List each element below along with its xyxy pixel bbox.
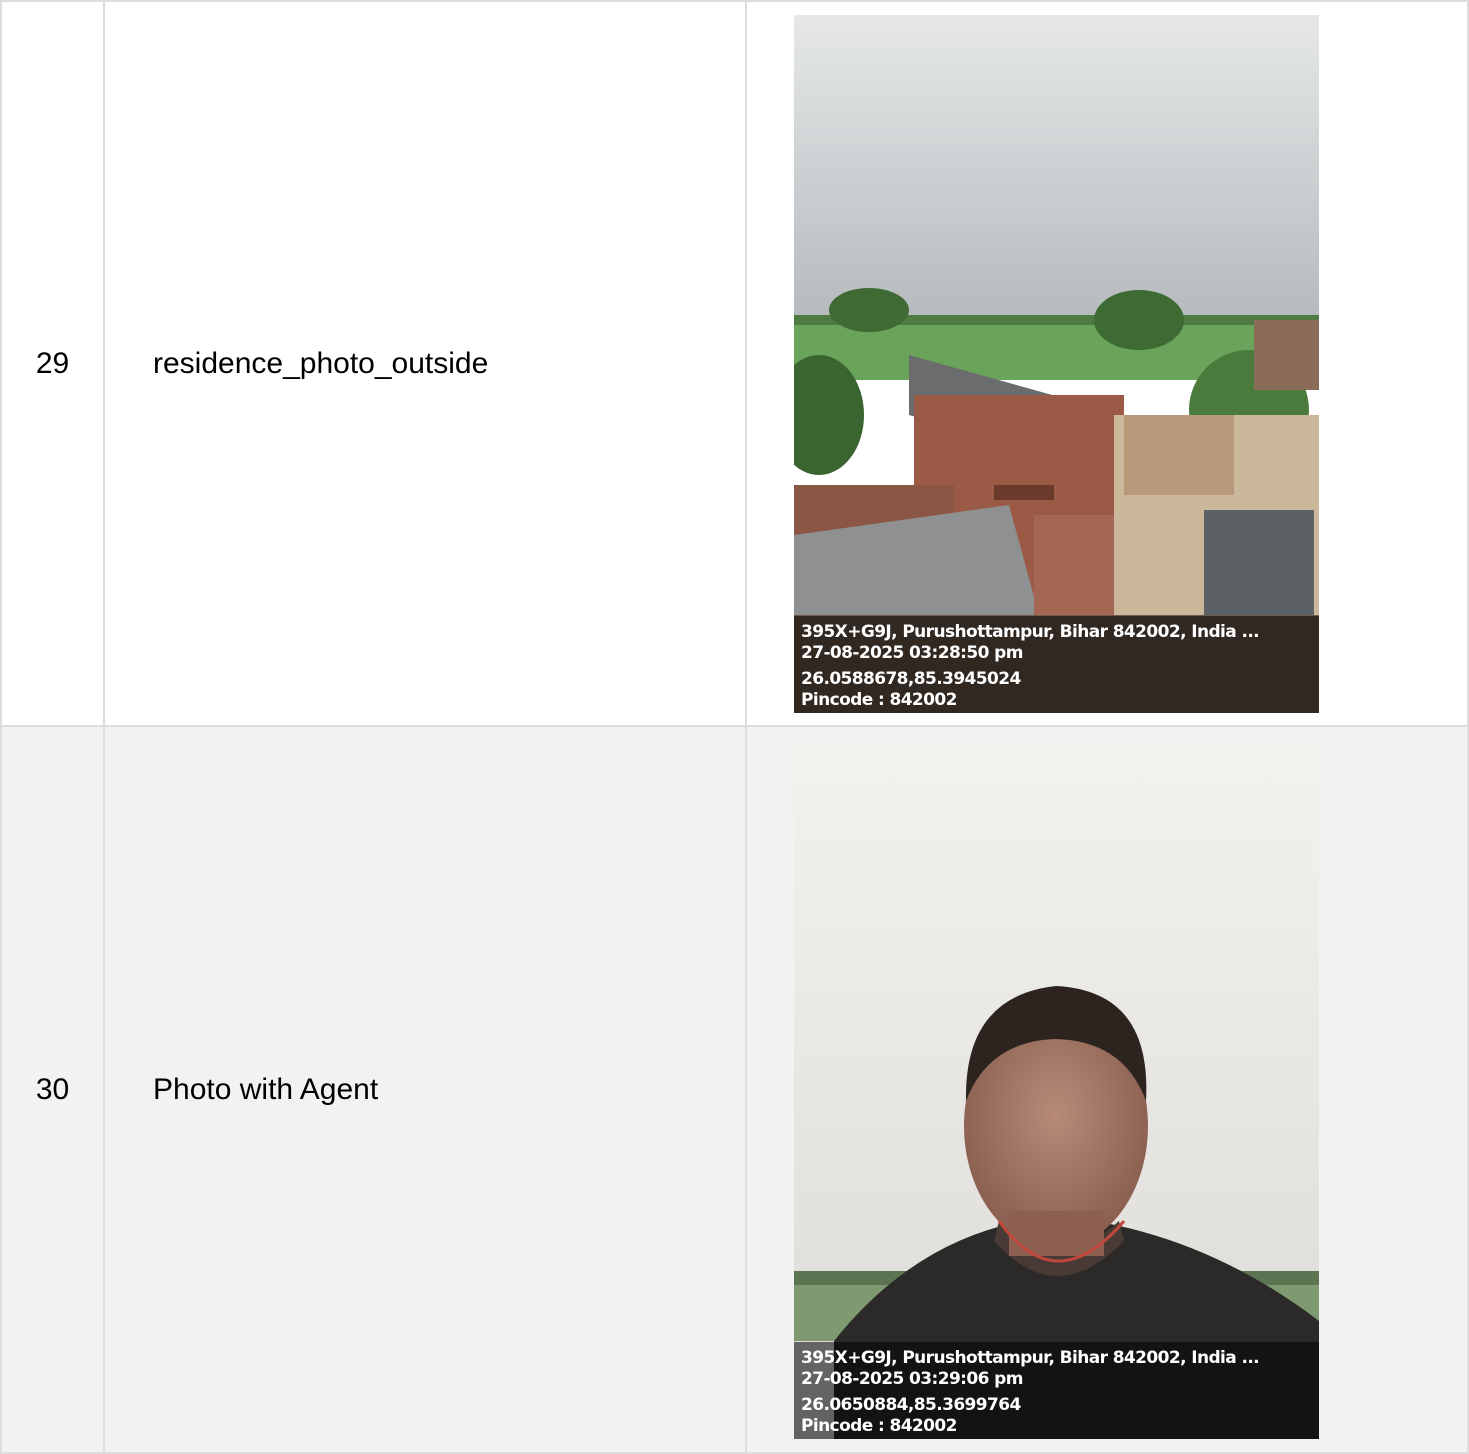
table-row: 29 residence_photo_outside 395X+G9J, Pur… [0,0,1469,727]
geotag-pincode: Pincode : 842002 [801,1415,957,1436]
row-label: residence_photo_outside [103,0,747,727]
agent-selfie-image [794,740,1319,1439]
photo-geotag-overlay: 395X+G9J, Purushottampur, Bihar 842002, … [794,1341,1319,1439]
geotag-address: 395X+G9J, Purushottampur, Bihar 842002, … [801,1347,1260,1368]
photo-geotag-overlay: 395X+G9J, Purushottampur, Bihar 842002, … [794,615,1319,713]
row-number: 30 [0,725,105,1454]
photo-cell: 395X+G9J, Purushottampur, Bihar 842002, … [745,0,1469,727]
photo-table: 29 residence_photo_outside 395X+G9J, Pur… [0,0,1469,1454]
residence-photo[interactable]: 395X+G9J, Purushottampur, Bihar 842002, … [794,14,1319,713]
geotag-timestamp: 27-08-2025 03:29:06 pm [801,1368,1023,1389]
row-number: 29 [0,0,105,727]
photo-cell: 395X+G9J, Purushottampur, Bihar 842002, … [745,725,1469,1454]
residence-scene-image [794,14,1319,713]
geotag-coordinates: 26.0588678,85.3945024 [801,668,1021,689]
geotag-timestamp: 27-08-2025 03:28:50 pm [801,642,1023,663]
row-label: Photo with Agent [103,725,747,1454]
geotag-address: 395X+G9J, Purushottampur, Bihar 842002, … [801,621,1260,642]
geotag-coordinates: 26.0650884,85.3699764 [801,1394,1021,1415]
geotag-pincode: Pincode : 842002 [801,689,957,710]
agent-photo[interactable]: 395X+G9J, Purushottampur, Bihar 842002, … [794,740,1319,1439]
table-row: 30 Photo with Agent 395X+G9J, Purushotta… [0,725,1469,1454]
